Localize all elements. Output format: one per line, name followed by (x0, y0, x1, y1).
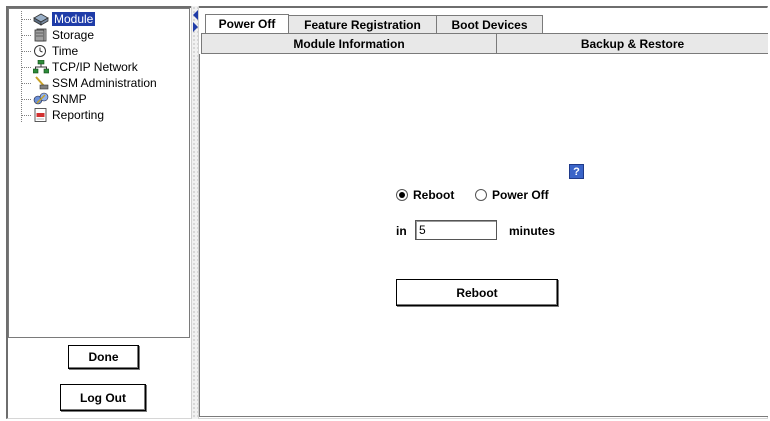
storage-icon (33, 28, 49, 42)
expand-right-arrow-icon[interactable] (193, 22, 198, 32)
clock-icon (33, 44, 49, 58)
navigation-tree[interactable]: Module Storage Time TCP/IP Network SSM A… (8, 8, 190, 338)
navigation-panel: Module Storage Time TCP/IP Network SSM A… (8, 8, 191, 417)
power-off-radio-label: Power Off (492, 188, 549, 202)
tree-item-label: TCP/IP Network (52, 60, 138, 74)
module-icon (33, 12, 49, 26)
help-icon[interactable]: ? (569, 164, 584, 179)
power-off-form: ? Reboot Power Off in minutes Reboot (199, 54, 768, 417)
content-panel: Power Off Feature Registration Boot Devi… (199, 8, 768, 417)
in-label: in (396, 224, 407, 238)
tab-module-information[interactable]: Module Information (201, 33, 497, 54)
reboot-radio-label: Reboot (413, 188, 455, 202)
report-icon (33, 108, 49, 122)
tree-item-label: Storage (52, 28, 95, 42)
tab-backup-restore[interactable]: Backup & Restore (496, 33, 768, 54)
power-off-option[interactable]: Power Off (475, 188, 549, 202)
reboot-radio[interactable] (396, 189, 408, 201)
minutes-input[interactable] (415, 220, 497, 240)
tab-boot-devices[interactable]: Boot Devices (436, 15, 543, 33)
minutes-label: minutes (509, 224, 556, 238)
tree-item-label: Time (52, 44, 79, 58)
tree-item-snmp[interactable]: SNMP (23, 91, 87, 107)
tree-item-label: SSM Administration (52, 76, 157, 90)
tab-power-off[interactable]: Power Off (205, 14, 289, 33)
network-icon (32, 59, 50, 74)
done-button[interactable]: Done (68, 345, 139, 369)
tree-item-label: SNMP (52, 92, 87, 106)
reboot-button[interactable]: Reboot (396, 279, 558, 306)
tree-item-label: Module (52, 12, 96, 26)
split-pane-divider[interactable] (191, 6, 199, 419)
tree-item-tcpip-network[interactable]: TCP/IP Network (23, 59, 138, 75)
tree-item-reporting[interactable]: Reporting (23, 107, 104, 123)
tree-item-storage[interactable]: Storage (23, 27, 94, 43)
tab-feature-registration[interactable]: Feature Registration (288, 15, 437, 33)
tree-item-label: Reporting (52, 108, 105, 122)
power-off-radio[interactable] (475, 189, 487, 201)
admin-icon (33, 76, 49, 90)
reboot-option[interactable]: Reboot (396, 188, 454, 202)
tree-item-ssm-administration[interactable]: SSM Administration (23, 75, 157, 91)
tree-item-module[interactable]: Module (23, 11, 96, 27)
logout-button[interactable]: Log Out (60, 384, 146, 411)
tree-item-time[interactable]: Time (23, 43, 78, 59)
snmp-icon (33, 92, 49, 106)
collapse-left-arrow-icon[interactable] (193, 10, 198, 20)
